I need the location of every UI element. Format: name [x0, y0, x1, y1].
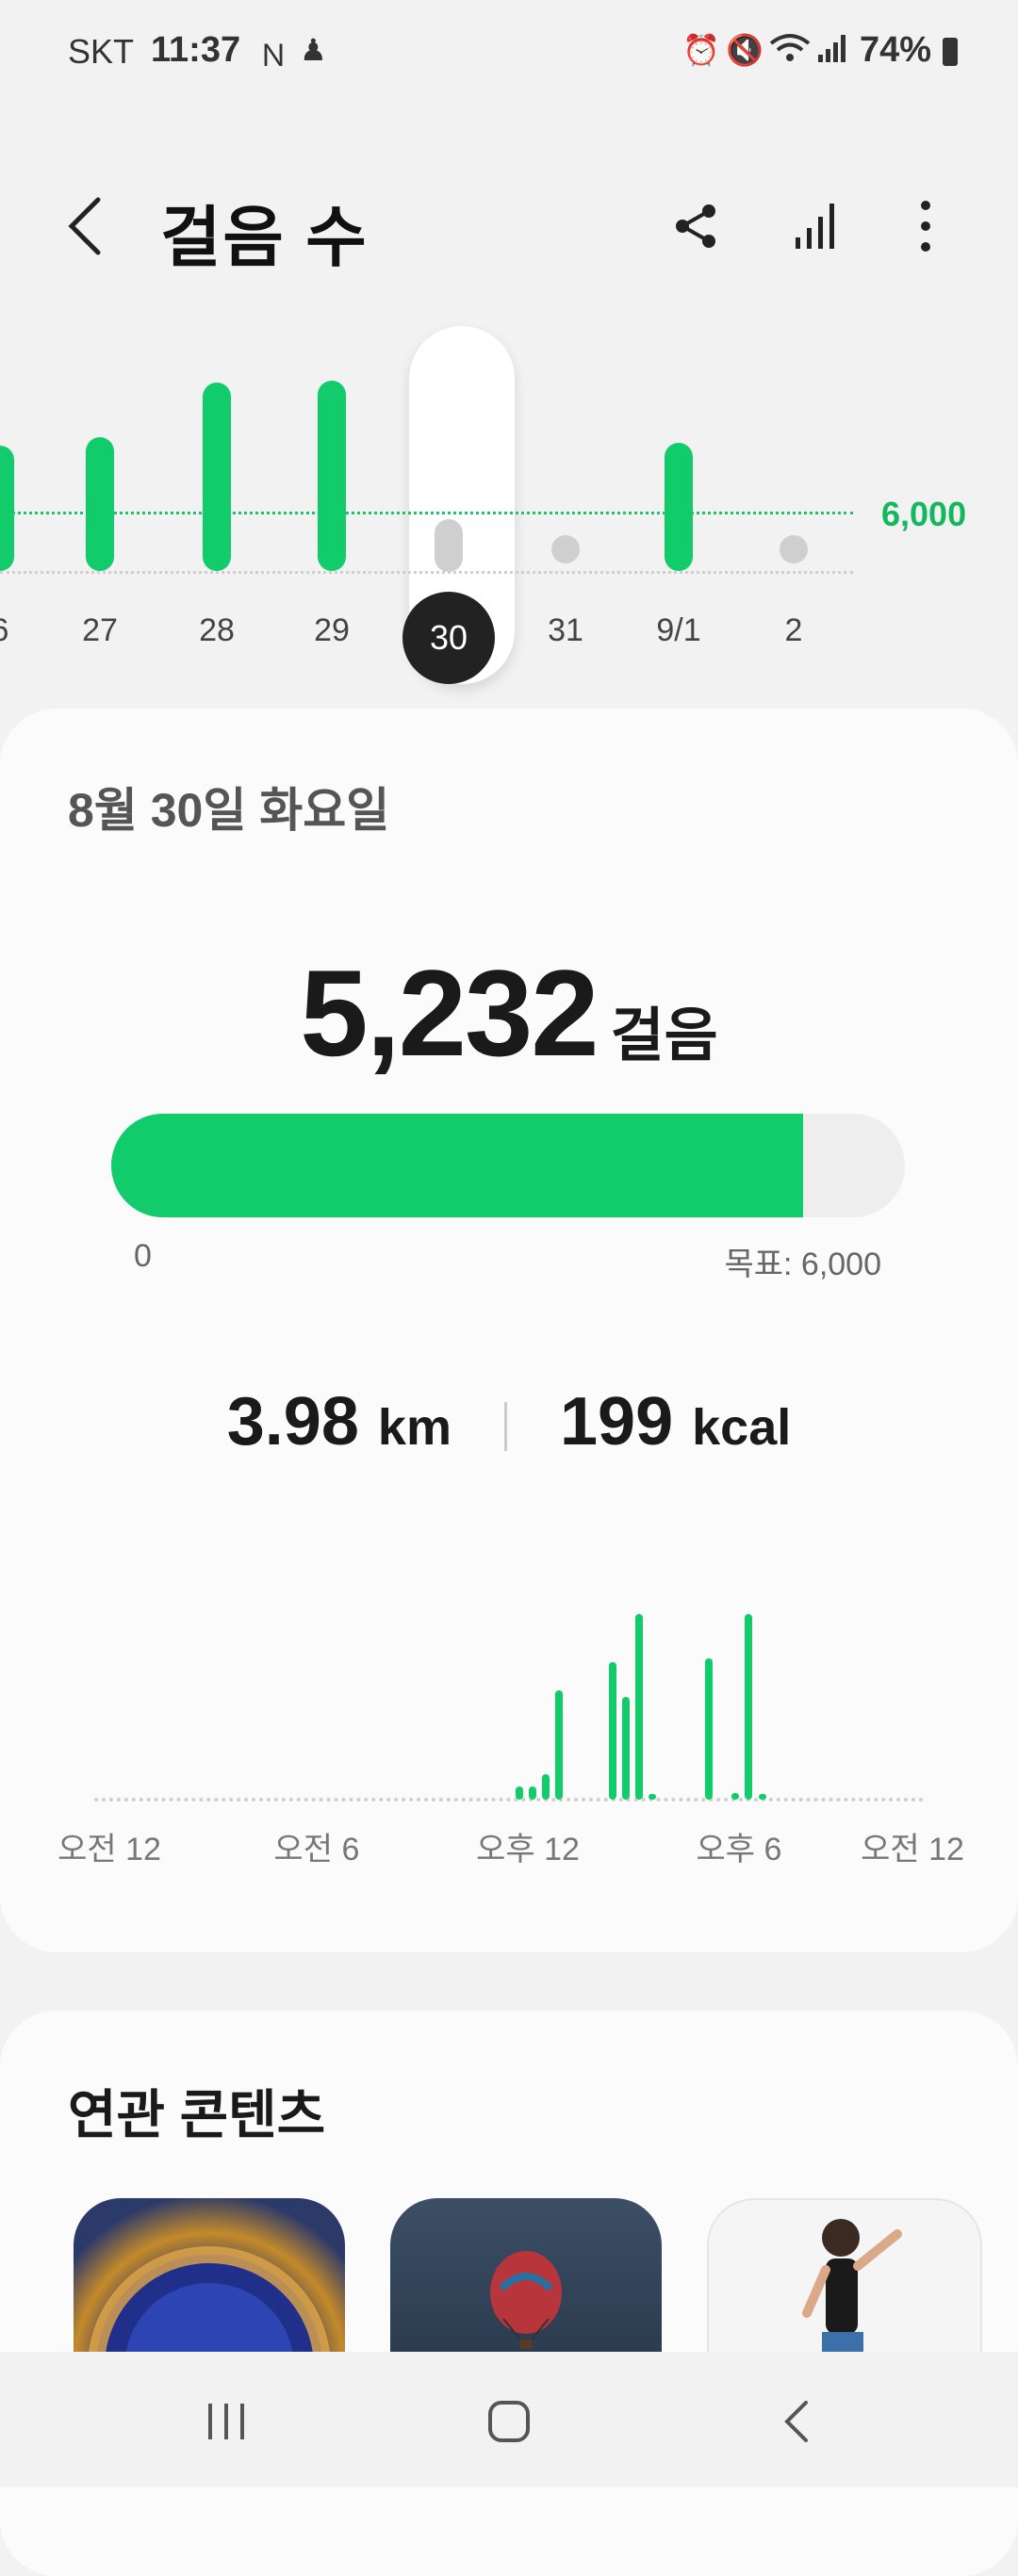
chevron-left-icon — [68, 197, 101, 255]
hourly-bar — [705, 1658, 713, 1800]
hourly-axis-label: 오전 12 — [861, 1832, 964, 1867]
day-bar-30[interactable] — [435, 519, 463, 572]
system-back-button[interactable] — [769, 2389, 826, 2454]
day-label-27[interactable]: 27 — [53, 612, 147, 649]
calories-value: 199 — [559, 1384, 674, 1459]
day-label-28[interactable]: 28 — [170, 612, 264, 649]
home-button[interactable] — [481, 2389, 537, 2454]
trends-button[interactable] — [779, 188, 854, 264]
mute-icon: 🔇 — [726, 33, 764, 67]
hourly-bar — [648, 1794, 656, 1800]
day-bar-2[interactable] — [780, 535, 808, 563]
hourly-axis-label: 오전 6 — [273, 1832, 360, 1867]
day-label-6[interactable]: 6 — [0, 612, 47, 649]
day-bar-29[interactable] — [318, 380, 346, 571]
home-icon — [488, 2401, 530, 2442]
baseline — [0, 571, 853, 574]
calories-unit: kcal — [692, 1399, 792, 1456]
hourly-axis-label: 오후 6 — [696, 1832, 782, 1867]
step-count-unit: 걸음 — [610, 1003, 718, 1068]
carrier-label: SKT — [68, 32, 135, 71]
nfc-icon: Ｎ — [258, 39, 289, 73]
battery-icon — [943, 38, 958, 66]
day-bar-28[interactable] — [203, 383, 231, 571]
step-count: 5,232 걸음 — [0, 942, 1018, 1084]
distance-unit: km — [377, 1399, 452, 1456]
recent-apps-button[interactable] — [198, 2389, 254, 2454]
wifi-icon — [769, 32, 811, 72]
day-bar-27[interactable] — [86, 436, 114, 571]
activity-icon: ♟ — [300, 33, 327, 67]
hourly-axis-label: 오전 12 — [57, 1832, 161, 1867]
day-label-2[interactable]: 2 — [747, 612, 841, 649]
back-icon — [784, 2401, 808, 2442]
battery-level: 74% — [860, 30, 932, 70]
step-count-value: 5,232 — [300, 944, 599, 1082]
back-button[interactable] — [57, 188, 113, 264]
day-bar-31[interactable] — [551, 535, 580, 563]
hourly-bar — [528, 1786, 536, 1800]
clock: 11:37 — [151, 30, 241, 70]
hourly-bar — [745, 1613, 753, 1800]
hourly-bar — [758, 1794, 766, 1800]
distance-value: 3.98 — [226, 1384, 359, 1459]
more-options-button[interactable] — [888, 188, 963, 264]
related-content-title: 연관 콘텐츠 — [68, 2085, 326, 2144]
progress-min-label: 0 — [134, 1238, 152, 1274]
goal-label: 6,000 — [881, 495, 967, 533]
progress-goal-label: 목표: 6,000 — [724, 1247, 881, 1282]
share-icon — [676, 204, 715, 248]
hourly-axis-label: 오후 12 — [476, 1832, 580, 1867]
metrics-row: 3.98 km 199 kcal — [0, 1383, 1018, 1460]
selected-date: 8월 30일 화요일 — [68, 784, 390, 837]
page-title: 걸음 수 — [160, 201, 369, 274]
hourly-chart-baseline — [94, 1798, 924, 1802]
recent-apps-icon — [208, 2404, 244, 2439]
day-label-31[interactable]: 31 — [518, 612, 613, 649]
alarm-icon: ⏰ — [682, 33, 720, 67]
hourly-bar — [621, 1697, 630, 1800]
goal-line — [0, 512, 853, 514]
day-label-30[interactable]: 30 — [402, 592, 495, 684]
share-button[interactable] — [658, 188, 733, 264]
day-label-9-1[interactable]: 9/1 — [632, 612, 726, 649]
hourly-bar — [634, 1613, 643, 1800]
signal-icon — [816, 32, 848, 72]
status-bar: SKT 11:37 Ｎ ♟ ⏰ 🔇 74% — [0, 0, 1018, 104]
day-bar-6[interactable] — [0, 445, 14, 571]
hourly-bar — [541, 1773, 550, 1800]
day-label-29[interactable]: 29 — [285, 612, 379, 649]
progress-fill — [111, 1114, 803, 1217]
more-vertical-icon — [921, 201, 930, 252]
hourly-bar — [608, 1661, 616, 1800]
day-bar-9-1[interactable] — [665, 443, 693, 571]
hourly-bar — [515, 1786, 523, 1800]
hourly-bar — [555, 1690, 563, 1800]
bar-chart-icon — [796, 204, 834, 249]
metrics-divider — [503, 1401, 507, 1451]
summary-card — [0, 709, 1018, 1952]
